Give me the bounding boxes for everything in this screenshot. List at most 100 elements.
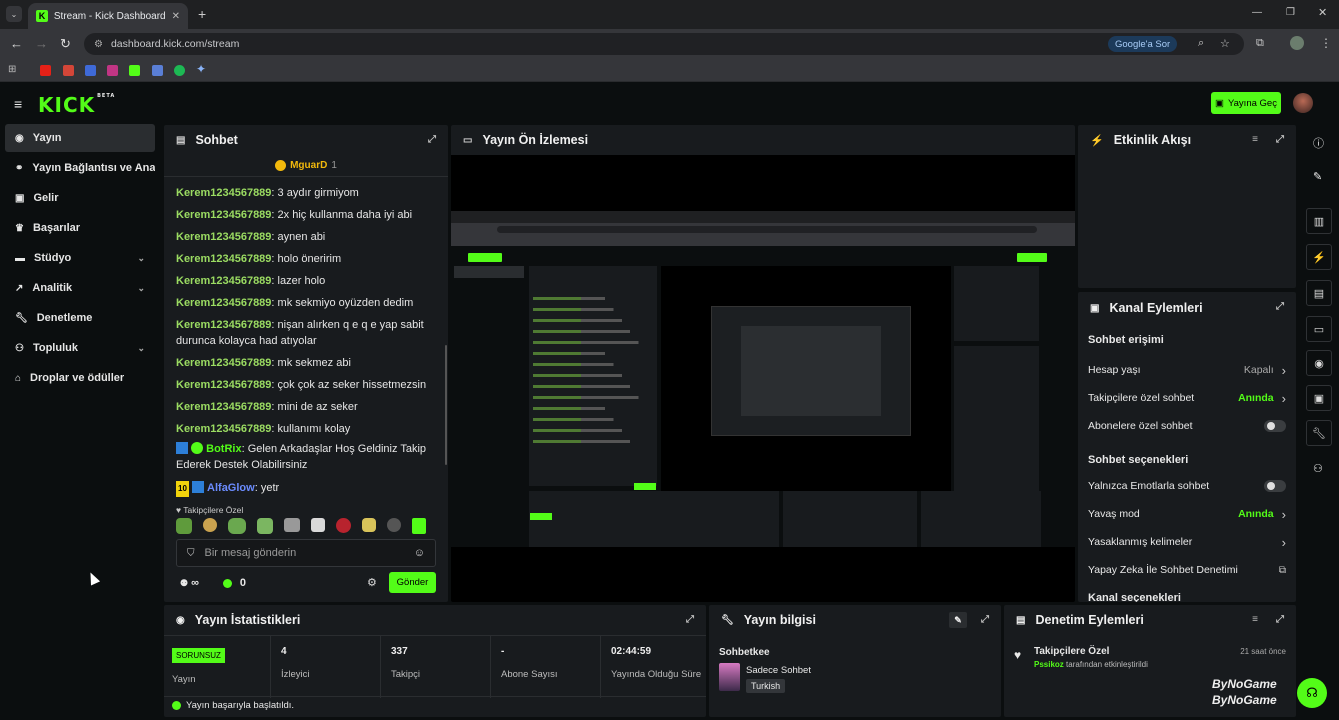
row-control[interactable]	[1264, 480, 1286, 492]
mod-actor[interactable]: Pssikoz	[1034, 660, 1064, 669]
minimize-icon[interactable]: —	[1252, 7, 1262, 18]
preview-video[interactable]	[451, 211, 1075, 547]
expand-icon[interactable]: ⤢	[1276, 134, 1284, 145]
row-control[interactable]: Anında ›	[1238, 391, 1286, 406]
chat-username[interactable]: Kerem1234567889	[176, 357, 271, 369]
expand-icon[interactable]: ⤢	[428, 134, 436, 145]
chat-username[interactable]: Kerem1234567889	[176, 253, 271, 265]
chat-username[interactable]: Kerem1234567889	[176, 423, 271, 435]
edit-icon[interactable]: ✎	[1313, 170, 1322, 183]
edit-stream-info-button[interactable]: ✎	[949, 612, 967, 628]
new-tab-icon[interactable]: +	[198, 6, 206, 22]
emote-icon[interactable]	[203, 518, 217, 532]
sidebar-item-5[interactable]: ↗ Analitik ⌄	[5, 274, 155, 302]
chevron-down-icon[interactable]: ⌄	[137, 343, 145, 354]
gmail-bookmark-icon[interactable]	[63, 65, 74, 76]
channel-action-row[interactable]: Abonelere özel sohbet	[1088, 412, 1286, 440]
channel-action-row[interactable]: Yasaklanmış kelimeler ›	[1088, 528, 1286, 556]
chat-username[interactable]: Kerem1234567889	[176, 401, 271, 413]
chat-scrollbar[interactable]	[445, 345, 447, 465]
filter-icon[interactable]: ≡	[1252, 614, 1258, 625]
emote-icon[interactable]	[311, 518, 325, 532]
toolbar-broadcast-button[interactable]: ◉	[1306, 350, 1332, 376]
row-control[interactable]: ›	[1282, 535, 1286, 550]
browser-menu-icon[interactable]: ⋮	[1320, 36, 1332, 50]
emote-icon[interactable]	[284, 518, 300, 532]
chat-username[interactable]: Kerem1234567889	[176, 187, 271, 199]
expand-icon[interactable]: ⤢	[981, 614, 989, 625]
emote-icon[interactable]	[412, 518, 426, 534]
extensions-icon[interactable]: ⧉	[1256, 37, 1264, 50]
emote-icon[interactable]	[257, 518, 273, 534]
expand-icon[interactable]: ⤢	[1276, 301, 1284, 312]
youtube-bookmark-icon[interactable]	[40, 65, 51, 76]
tab-search-icon[interactable]: ⌄	[6, 6, 22, 22]
browser-tab[interactable]: K Stream - Kick Dashboard ✕	[28, 3, 188, 29]
toggle-switch[interactable]	[1264, 480, 1286, 492]
chat-username[interactable]: Kerem1234567889	[176, 209, 271, 221]
close-tab-icon[interactable]: ✕	[172, 11, 180, 22]
stream-category[interactable]: Sadece Sohbet	[746, 665, 811, 676]
sidebar-item-4[interactable]: ▬ Stüdyo ⌄	[5, 244, 155, 272]
sidebar-item-0[interactable]: ◉ Yayın	[5, 124, 155, 152]
channel-action-row[interactable]: Takipçilere özel sohbet Anında ›	[1088, 384, 1286, 412]
kick-bookmark-icon[interactable]	[129, 65, 140, 76]
emote-icon[interactable]	[228, 518, 246, 534]
row-control[interactable]: Kapalı ›	[1244, 363, 1286, 378]
user-avatar[interactable]	[1293, 93, 1313, 113]
chat-username[interactable]: Kerem1234567889	[176, 379, 271, 391]
hamburger-menu-icon[interactable]: ≡	[14, 96, 22, 112]
sidebar-item-3[interactable]: ♛ Başarılar	[5, 214, 155, 242]
zoom-icon[interactable]: ⌕	[1198, 37, 1204, 50]
restore-icon[interactable]: ❐	[1286, 7, 1295, 18]
row-control[interactable]	[1264, 420, 1286, 432]
instagram-bookmark-icon[interactable]	[107, 65, 118, 76]
channel-action-row[interactable]: Yapay Zeka İle Sohbet Denetimi ⧉	[1088, 556, 1286, 584]
toolbar-moderation-button[interactable]: 🔧︎	[1306, 420, 1332, 446]
support-chat-button[interactable]: ☊	[1297, 678, 1327, 708]
go-live-button[interactable]: ▣ Yayına Geç	[1211, 92, 1281, 114]
send-button[interactable]: Gönder	[389, 572, 436, 593]
bookmark-icon-3[interactable]	[85, 65, 96, 76]
emote-icon[interactable]	[362, 518, 376, 532]
kick-logo[interactable]: KICK BETA	[38, 93, 115, 117]
reload-icon[interactable]: ↻	[60, 36, 71, 52]
chat-username[interactable]: Kerem1234567889	[176, 275, 271, 287]
filter-icon[interactable]: ≡	[1252, 134, 1258, 145]
emoji-icon[interactable]: ☺	[414, 547, 425, 559]
chat-username[interactable]: Kerem1234567889	[176, 231, 271, 243]
chat-username[interactable]: Kerem1234567889	[176, 319, 271, 331]
sidebar-item-8[interactable]: ⌂ Droplar ve ödüller	[5, 364, 155, 392]
community-icon[interactable]: ⚇	[1313, 462, 1323, 475]
chevron-down-icon[interactable]: ⌄	[137, 253, 145, 264]
sidebar-item-7[interactable]: ⚇ Topluluk ⌄	[5, 334, 155, 362]
forward-icon[interactable]: →	[35, 36, 48, 51]
close-window-icon[interactable]: ✕	[1318, 6, 1327, 19]
address-bar[interactable]: ⚙ dashboard.kick.com/stream	[84, 33, 1244, 55]
expand-icon[interactable]: ⤢	[1276, 614, 1284, 625]
toolbar-channel-button[interactable]: ▣	[1306, 385, 1332, 411]
spotify-bookmark-icon[interactable]	[174, 65, 185, 76]
channel-action-row[interactable]: Hesap yaşı Kapalı ›	[1088, 356, 1286, 384]
row-control[interactable]: Anında ›	[1238, 507, 1286, 522]
apps-grid-icon[interactable]: ⊞	[8, 64, 16, 75]
sidebar-item-2[interactable]: ▣ Gelir	[5, 184, 155, 212]
bookmark-star-icon[interactable]: ☆	[1220, 37, 1230, 50]
chat-settings-icon[interactable]: ⚙	[367, 576, 377, 589]
chat-username[interactable]: BotRix	[206, 443, 241, 455]
toolbar-chat-button[interactable]: ▭	[1306, 316, 1332, 342]
row-control[interactable]: ⧉	[1279, 565, 1286, 576]
profile-avatar[interactable]	[1290, 36, 1304, 50]
emote-icon[interactable]	[176, 518, 192, 534]
emote-icon[interactable]	[387, 518, 401, 532]
chat-input[interactable]: ⛉ Bir mesaj gönderin ☺	[176, 539, 436, 567]
toggle-switch[interactable]	[1264, 420, 1286, 432]
chevron-down-icon[interactable]: ⌄	[137, 283, 145, 294]
channel-action-row[interactable]: Yalnızca Emotlarla sohbet	[1088, 472, 1286, 500]
toolbar-notes-button[interactable]: ▤	[1306, 280, 1332, 306]
translate-bookmark-icon[interactable]	[152, 65, 163, 76]
chat-username[interactable]: Kerem1234567889	[176, 297, 271, 309]
chat-username[interactable]: AlfaGlow	[207, 482, 255, 494]
toolbar-activity-button[interactable]: ⚡	[1306, 244, 1332, 270]
sidebar-item-6[interactable]: 🔧︎ Denetleme	[5, 304, 155, 332]
